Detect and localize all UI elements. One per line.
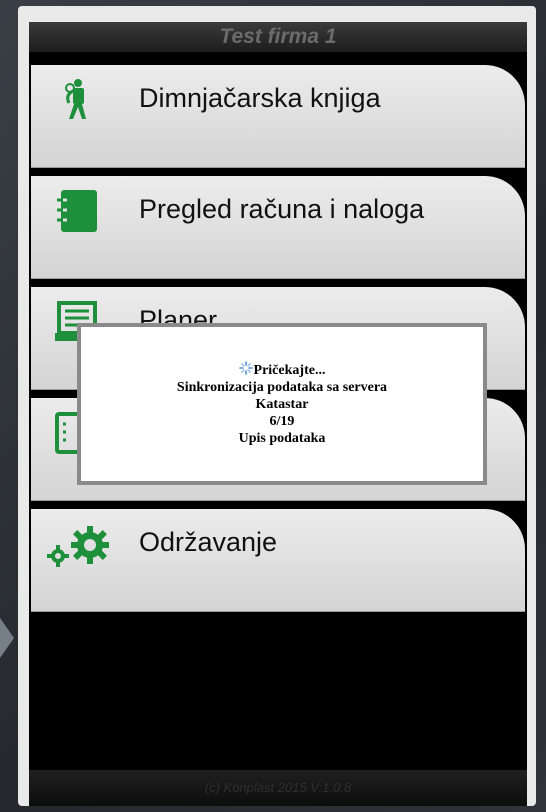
chimney-sweep-icon [65,79,86,119]
menu-item-label: Pregled računa i naloga [139,194,425,224]
desktop-background: Test firma 1 Dimnjačarska knjiga Pregled… [0,0,546,812]
menu-item-chimney-book[interactable]: Dimnjačarska knjiga [31,65,525,168]
waiting-text: Pričekajte... [253,363,326,378]
menu-item-label: Održavanje [139,527,278,557]
sync-table-name: Katastar [255,397,309,412]
menu-item-label: Dimnjačarska knjiga [139,83,381,113]
loading-spinner-icon [238,361,253,375]
footer: (c) Konplast 2015 V:1.0.8 [29,770,527,806]
gears-icon [47,526,109,567]
sync-dialog: Pričekajte... Sinkronizacija podataka sa… [77,323,487,485]
company-title: Test firma 1 [219,25,337,48]
title-bar: Test firma 1 [29,22,527,52]
sync-dialog-content: Pričekajte... Sinkronizacija podataka sa… [81,327,483,481]
menu-item-invoices[interactable]: Pregled računa i naloga [31,176,525,279]
back-arrow-icon[interactable] [0,618,14,658]
sync-progress: 6/19 [269,414,295,429]
notebook-icon [57,190,97,232]
sync-message: Sinkronizacija podataka sa servera [176,380,388,395]
copyright-text: (c) Konplast 2015 V:1.0.8 [204,780,352,795]
sync-step: Upis podataka [238,431,326,446]
waiting-line: Pričekajte... [81,361,483,379]
menu-item-maintenance[interactable]: Održavanje [31,509,525,612]
